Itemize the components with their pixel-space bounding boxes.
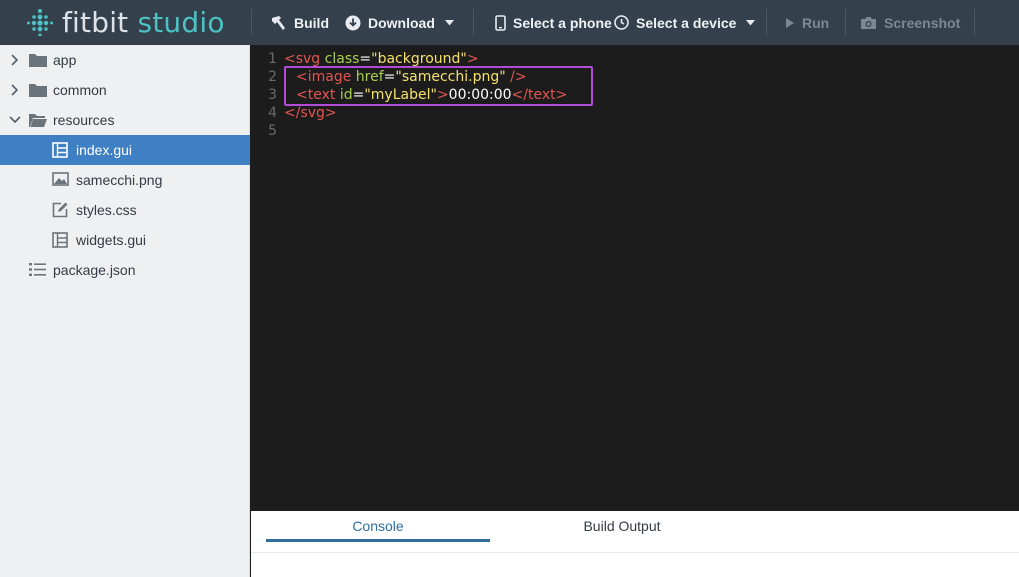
- run-button[interactable]: Run: [785, 0, 829, 45]
- code-token-attr: class: [324, 51, 360, 67]
- code-editor[interactable]: 1 <svg class="background"> 2 <image href…: [251, 45, 1019, 511]
- tab-build-output[interactable]: Build Output: [510, 511, 734, 544]
- toolbar-divider: [766, 9, 767, 35]
- folder-icon: [29, 54, 47, 67]
- tab-build-output-label: Build Output: [583, 518, 661, 534]
- tree-item-app[interactable]: app: [0, 45, 250, 75]
- watch-icon: [614, 15, 629, 30]
- code-token-tag: <svg: [284, 51, 321, 67]
- phone-icon: [495, 14, 506, 31]
- tree-item-styles-css[interactable]: styles.css: [0, 195, 250, 225]
- chevron-down-icon: [746, 19, 756, 25]
- line-number: 5: [268, 123, 277, 139]
- edit-file-icon: [52, 202, 68, 218]
- tree-item-resources[interactable]: resources: [0, 105, 250, 135]
- play-icon: [786, 17, 794, 28]
- line-number: 2: [268, 69, 277, 85]
- fitbit-studio-logo: fitbit studio: [26, 5, 225, 39]
- active-tab-indicator: [266, 539, 490, 542]
- folder-open-icon: [29, 114, 47, 127]
- layout-file-icon: [52, 232, 68, 248]
- line-number: 1: [268, 51, 277, 67]
- code-token-end-tag: </svg>: [284, 105, 337, 121]
- tree-item-widgets-gui[interactable]: widgets.gui: [0, 225, 250, 255]
- layout-file-icon: [52, 142, 68, 158]
- select-device-button[interactable]: Select a device: [614, 0, 762, 45]
- download-button[interactable]: Download: [345, 0, 461, 45]
- line-number: 4: [268, 105, 277, 121]
- toolbar-divider: [974, 9, 975, 35]
- tree-item-label: resources: [53, 112, 115, 128]
- run-label: Run: [802, 14, 830, 31]
- select-phone-button[interactable]: Select a phone: [495, 0, 612, 45]
- highlight-box: [284, 66, 593, 106]
- code-token-string: "background": [371, 51, 467, 67]
- chevron-down-icon: [9, 116, 21, 124]
- image-file-icon: [52, 172, 69, 186]
- fitbit-dots-icon: [27, 9, 53, 36]
- folder-icon: [29, 84, 47, 97]
- tree-item-package-json[interactable]: package.json: [0, 255, 250, 285]
- chevron-down-icon: [444, 19, 454, 25]
- tree-item-label: common: [53, 82, 107, 98]
- tree-item-common[interactable]: common: [0, 75, 250, 105]
- tree-item-label: samecchi.png: [76, 172, 163, 188]
- screenshot-button[interactable]: Screenshot: [860, 0, 960, 45]
- download-icon: [345, 15, 361, 30]
- tab-console-label: Console: [352, 518, 404, 534]
- tree-item-label: styles.css: [76, 202, 137, 218]
- toolbar-divider: [473, 9, 474, 35]
- toolbar-divider: [251, 9, 252, 35]
- camera-icon: [861, 16, 876, 29]
- build-label: Build: [294, 14, 329, 31]
- tree-item-label: app: [53, 52, 77, 68]
- line-number: 3: [268, 87, 277, 103]
- toolbar-divider: [845, 9, 846, 35]
- code-token-tag-close: >: [466, 51, 479, 67]
- tree-item-label: index.gui: [76, 142, 133, 158]
- select-phone-label: Select a phone: [513, 14, 612, 31]
- chevron-right-icon: [11, 84, 19, 96]
- build-button[interactable]: Build: [270, 0, 329, 45]
- logo-text-studio: studio: [137, 5, 225, 39]
- code-line: 4 </svg>: [251, 104, 1019, 122]
- download-label: Download: [368, 14, 435, 31]
- file-tree-sidebar: app common resources index.gui samecchi.…: [0, 45, 250, 577]
- top-toolbar: fitbit studio Build Download Select a ph…: [0, 0, 1019, 45]
- hammer-icon: [272, 15, 285, 30]
- list-file-icon: [29, 263, 46, 276]
- tree-item-label: widgets.gui: [76, 232, 147, 248]
- tree-item-label: package.json: [53, 262, 136, 278]
- screenshot-label: Screenshot: [884, 14, 961, 31]
- bottom-panel: Console Build Output: [251, 511, 1019, 577]
- panel-divider: [251, 552, 1019, 553]
- code-token-eq: =: [359, 51, 372, 67]
- tree-item-index-gui[interactable]: index.gui: [0, 135, 250, 165]
- logo-text-fitbit: fitbit: [62, 5, 129, 39]
- tree-item-samecchi-png[interactable]: samecchi.png: [0, 165, 250, 195]
- code-line: 5: [251, 122, 1019, 140]
- select-device-label: Select a device: [636, 14, 737, 31]
- chevron-right-icon: [11, 54, 19, 66]
